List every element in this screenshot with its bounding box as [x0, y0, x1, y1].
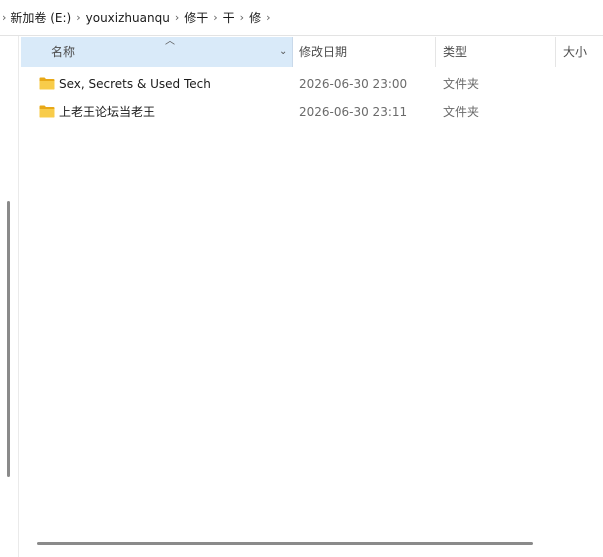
- file-list: ︿ 名称 ⌄ 修改日期 类型 大小 Sex, Secrets & Used Te…: [19, 36, 603, 557]
- folder-icon: [39, 77, 55, 90]
- list-item[interactable]: 上老王论坛当老王 2026-06-30 23:11 文件夹: [21, 98, 603, 126]
- file-type: 文件夹: [443, 77, 480, 91]
- breadcrumb-item-gan[interactable]: 干: [222, 9, 236, 26]
- navigation-pane: [0, 36, 19, 557]
- horizontal-scrollbar-thumb[interactable]: [37, 542, 533, 545]
- file-name: Sex, Secrets & Used Tech: [59, 77, 211, 91]
- file-explorer-window: › 新加卷 (E:) › youxizhuanqu › 修干 › 干 › 修 ›…: [0, 0, 603, 557]
- column-header-size-label: 大小: [563, 45, 588, 59]
- horizontal-scrollbar[interactable]: [19, 536, 603, 557]
- chevron-down-icon[interactable]: ⌄: [279, 37, 287, 67]
- column-header-type-label: 类型: [443, 45, 468, 59]
- file-type: 文件夹: [443, 105, 480, 119]
- breadcrumb: › 新加卷 (E:) › youxizhuanqu › 修干 › 干 › 修 ›: [0, 0, 603, 36]
- column-header-date-label: 修改日期: [299, 45, 348, 59]
- column-header-name-label: 名称: [51, 45, 76, 59]
- folder-icon: [39, 105, 55, 118]
- chevron-right-icon[interactable]: ›: [171, 12, 183, 23]
- breadcrumb-item-drive[interactable]: 新加卷 (E:): [9, 9, 72, 26]
- file-name: 上老王论坛当老王: [59, 105, 156, 119]
- column-header-name[interactable]: ︿ 名称 ⌄: [21, 36, 293, 67]
- column-header-type[interactable]: 类型: [436, 37, 556, 67]
- chevron-right-icon[interactable]: ›: [209, 12, 221, 23]
- breadcrumb-item-youxizhuanqu[interactable]: youxizhuanqu: [85, 11, 171, 25]
- chevron-right-icon[interactable]: ›: [262, 12, 274, 23]
- file-date-modified: 2026-06-30 23:00: [299, 77, 408, 91]
- chevron-up-icon: ︿: [165, 36, 175, 47]
- chevron-right-icon[interactable]: ›: [236, 12, 248, 23]
- chevron-right-icon[interactable]: ›: [72, 12, 84, 23]
- breadcrumb-item-xiugan[interactable]: 修干: [183, 9, 209, 26]
- breadcrumb-item-xiu[interactable]: 修: [248, 9, 262, 26]
- list-item[interactable]: Sex, Secrets & Used Tech 2026-06-30 23:0…: [21, 70, 603, 98]
- column-header-size[interactable]: 大小: [556, 37, 603, 67]
- chevron-right-icon[interactable]: ›: [0, 12, 9, 23]
- file-date-modified: 2026-06-30 23:11: [299, 105, 408, 119]
- column-header-row: ︿ 名称 ⌄ 修改日期 类型 大小: [19, 36, 603, 67]
- column-header-date-modified[interactable]: 修改日期: [293, 37, 436, 67]
- navigation-scrollbar[interactable]: [7, 201, 10, 477]
